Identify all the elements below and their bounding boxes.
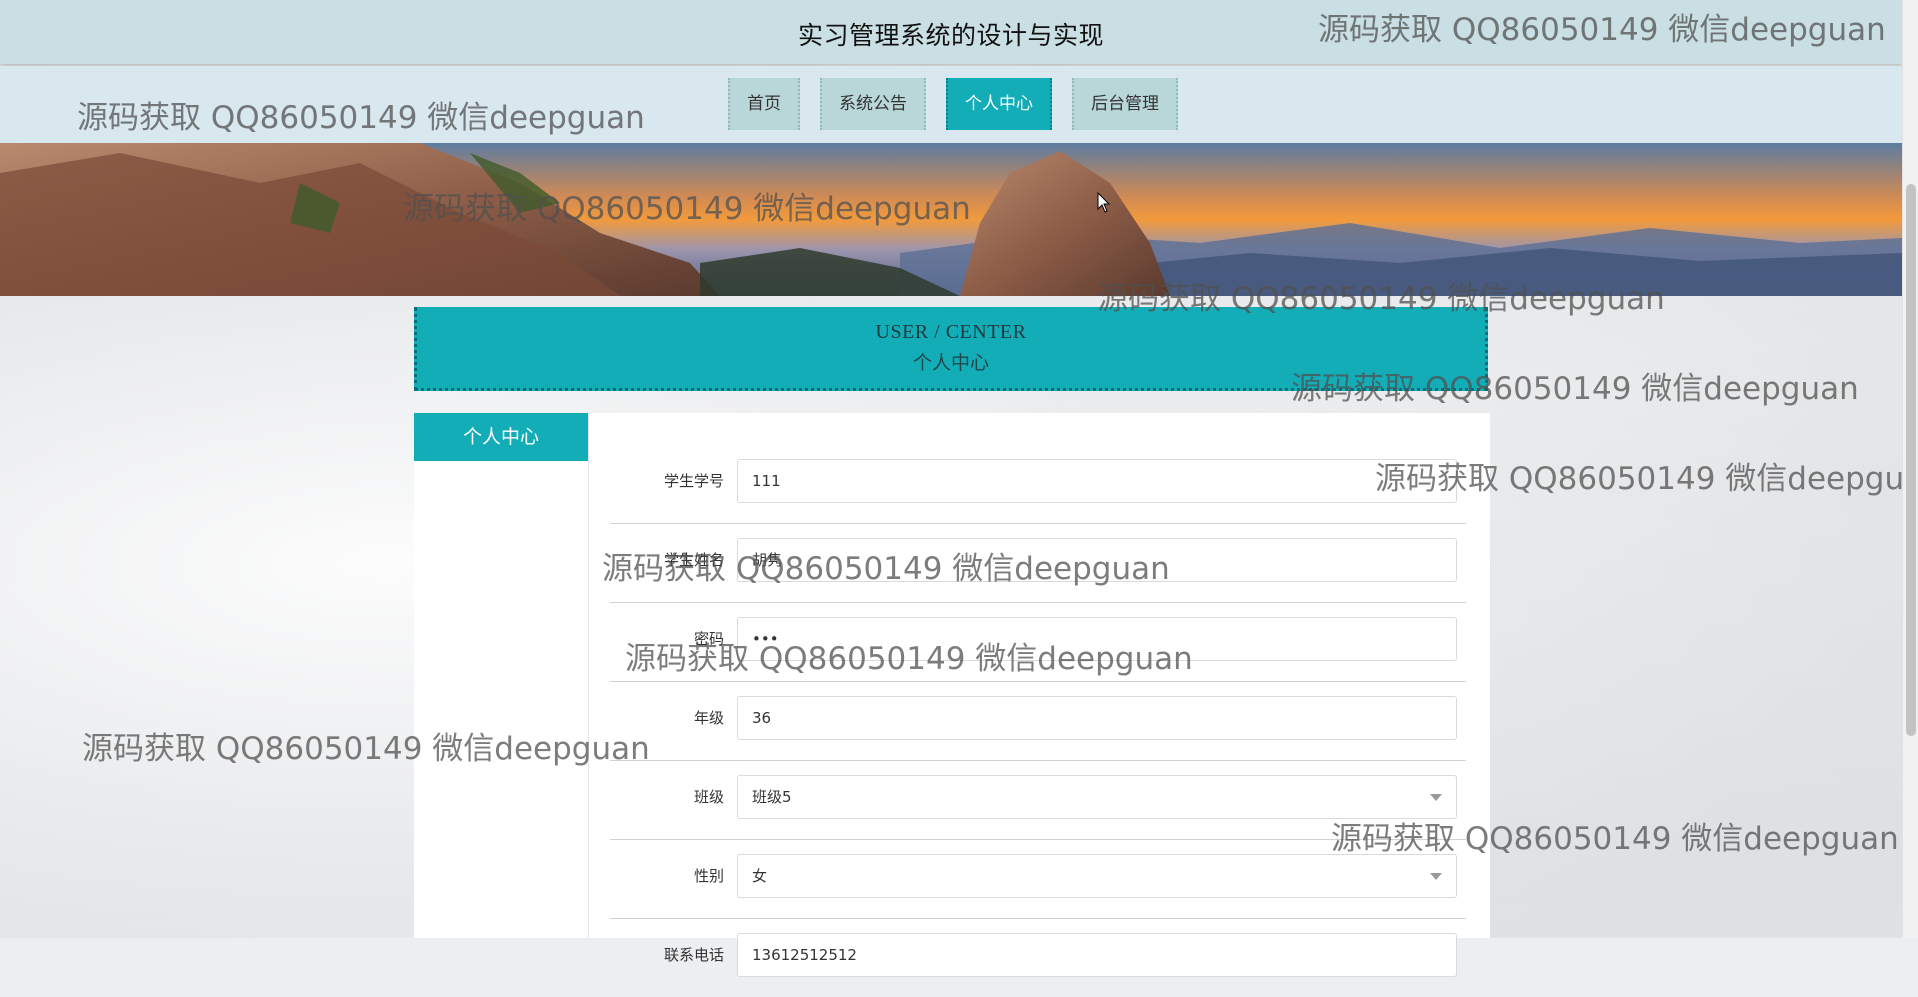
student-name-input[interactable]: 胡隽 [737,538,1457,582]
grade-label: 年级 [693,709,724,727]
gender-select[interactable]: 女 [737,854,1457,898]
gender-select-value: 女 [752,867,768,885]
form-row-password: 密码 ••• [610,603,1466,682]
form-row-phone: 联系电话 13612512512 [610,919,1466,997]
user-center-title-en: USER / CENTER [875,321,1027,343]
vertical-scrollbar[interactable] [1902,0,1918,938]
nav-item-admin[interactable]: 后台管理 [1072,78,1178,130]
class-select[interactable]: 班级5 [737,775,1457,819]
scrollbar-thumb[interactable] [1906,184,1916,736]
side-menu: 个人中心 [414,413,589,938]
user-center-header: USER / CENTER 个人中心 [414,307,1488,391]
nav-item-user-center[interactable]: 个人中心 [946,78,1052,130]
banner-image [0,143,1902,296]
form-row-student-name: 学生姓名 胡隽 [610,524,1466,603]
password-input[interactable]: ••• [737,617,1457,661]
class-select-value: 班级5 [752,788,792,806]
grade-input[interactable]: 36 [737,696,1457,740]
phone-label: 联系电话 [663,946,724,964]
student-name-label: 学生姓名 [663,551,724,569]
nav-item-announcements[interactable]: 系统公告 [820,78,926,130]
class-label: 班级 [693,788,724,806]
side-menu-item-user-center[interactable]: 个人中心 [414,413,588,461]
profile-form: 学生学号 111 学生姓名 胡隽 密码 ••• 年级 36 班级 班级5 性别 … [610,445,1466,997]
form-row-gender: 性别 女 [610,840,1466,919]
nav-list: 首页 系统公告 个人中心 后台管理 [728,78,1178,130]
chevron-down-icon [1430,873,1442,880]
password-label: 密码 [693,630,724,648]
mouse-cursor-icon [1097,191,1111,218]
form-row-grade: 年级 36 [610,682,1466,761]
content-card: 个人中心 学生学号 111 学生姓名 胡隽 密码 ••• 年级 36 班级 班级… [414,413,1490,977]
form-row-student-id: 学生学号 111 [610,445,1466,524]
chevron-down-icon [1430,794,1442,801]
mountain-landscape-image [0,143,1902,296]
phone-input[interactable]: 13612512512 [737,933,1457,977]
top-header: 实习管理系统的设计与实现 [0,0,1902,64]
gender-label: 性别 [693,867,724,885]
form-row-class: 班级 班级5 [610,761,1466,840]
site-title: 实习管理系统的设计与实现 [797,21,1104,50]
user-center-title-cn: 个人中心 [912,352,989,374]
student-id-input[interactable]: 111 [737,459,1457,503]
student-id-label: 学生学号 [663,472,724,490]
nav-item-home[interactable]: 首页 [728,78,800,130]
main-navigation: 首页 系统公告 个人中心 后台管理 [0,66,1902,143]
